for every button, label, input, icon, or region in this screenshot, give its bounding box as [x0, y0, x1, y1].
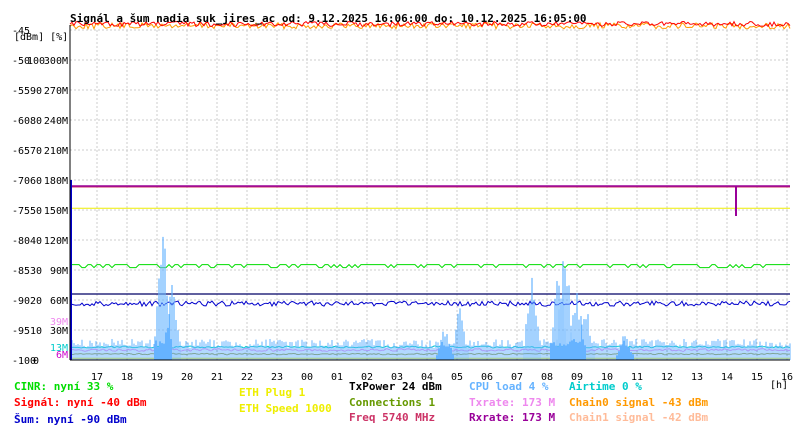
y-tick-pct: 10 — [30, 326, 42, 337]
chart-title: Signál a šum nadia suk_jires_ac od: 9.12… — [70, 12, 587, 25]
x-tick-label: 18 — [121, 372, 133, 383]
x-tick-label: 15 — [751, 372, 763, 383]
y-tick-pct: 30 — [30, 266, 42, 277]
y-tick-rate: 90M — [50, 266, 68, 277]
y-tick-rate: 300M — [44, 56, 68, 67]
legend-freq: Freq 5740 MHz — [349, 411, 436, 424]
x-tick-label: 12 — [661, 372, 673, 383]
x-tick-label: 23 — [271, 372, 283, 383]
y-tick-rate: 210M — [44, 146, 68, 157]
units-label: [dBm] [%] — [14, 32, 68, 43]
y-tick-rate: 120M — [44, 236, 68, 247]
y-tick-rate: 270M — [44, 86, 68, 97]
x-tick-label: 22 — [241, 372, 253, 383]
y-tick-rate: 180M — [44, 176, 68, 187]
legend-txrate: Txrate: 173 M — [469, 396, 556, 409]
y-tick-pct: 60 — [30, 176, 42, 187]
x-tick-label: 13 — [691, 372, 703, 383]
x-tick-label: 00 — [301, 372, 313, 383]
x-tick-label: 21 — [211, 372, 223, 383]
y-tick-label: -75 — [12, 206, 30, 217]
legend-chain0: Chain0 signal -43 dBm — [569, 396, 709, 409]
y-tick-label: -90 — [12, 296, 30, 307]
y-tick-rate: 240M — [44, 116, 68, 127]
legend-connections: Connections 1 — [349, 396, 436, 409]
y-tick-label: -95 — [12, 326, 30, 337]
x-unit-label: [h] — [770, 380, 788, 391]
x-tick-label: 20 — [181, 372, 193, 383]
legend-cpu: CPU load 4 % — [469, 380, 549, 393]
x-tick-label: 19 — [151, 372, 163, 383]
y-tick-label: -65 — [12, 146, 30, 157]
x-tick-label: 14 — [721, 372, 733, 383]
y-tick-label: -55 — [12, 86, 30, 97]
legend-txpower: TxPower 24 dBm — [349, 380, 442, 393]
y-tick-pct: 0 — [33, 356, 39, 367]
y-tick-label: -70 — [12, 176, 30, 187]
y-tick-pct: 100 — [27, 56, 45, 67]
y-tick-pct: 70 — [30, 146, 42, 157]
y-tick-rate: 150M — [44, 206, 68, 217]
rate-label: 6M — [56, 350, 68, 361]
x-tick-label: 05 — [451, 372, 463, 383]
y-tick-label: -60 — [12, 116, 30, 127]
legend-noise: Šum: nyní -90 dBm — [14, 413, 127, 426]
legend-cinr: CINR: nyní 33 % — [14, 380, 114, 393]
legend-eth-plug: ETH Plug 1 — [239, 386, 306, 399]
x-tick-label: 01 — [331, 372, 343, 383]
legend-signal: Signál: nyní -40 dBm — [14, 396, 147, 409]
legend-rxrate: Rxrate: 173 M — [469, 411, 556, 424]
y-tick-label: -85 — [12, 266, 30, 277]
y-tick-rate: 60M — [50, 296, 68, 307]
legend-airtime: Airtime 0 % — [569, 380, 642, 393]
y-tick-pct: 90 — [30, 86, 42, 97]
signal-noise-chart: -45-50100300M-55 90 270M-60 80 240M-65 70 210M… — [0, 0, 800, 430]
legend-chain1: Chain1 signal -42 dBm — [569, 411, 709, 424]
y-tick-pct: 20 — [30, 296, 42, 307]
y-tick-pct: 80 — [30, 116, 42, 127]
y-tick-pct: 40 — [30, 236, 42, 247]
y-tick-pct: 50 — [30, 206, 42, 217]
y-tick-label: -80 — [12, 236, 30, 247]
rate-label: 39M — [50, 317, 68, 328]
legend-eth-speed: ETH Speed 1000 — [239, 402, 332, 415]
